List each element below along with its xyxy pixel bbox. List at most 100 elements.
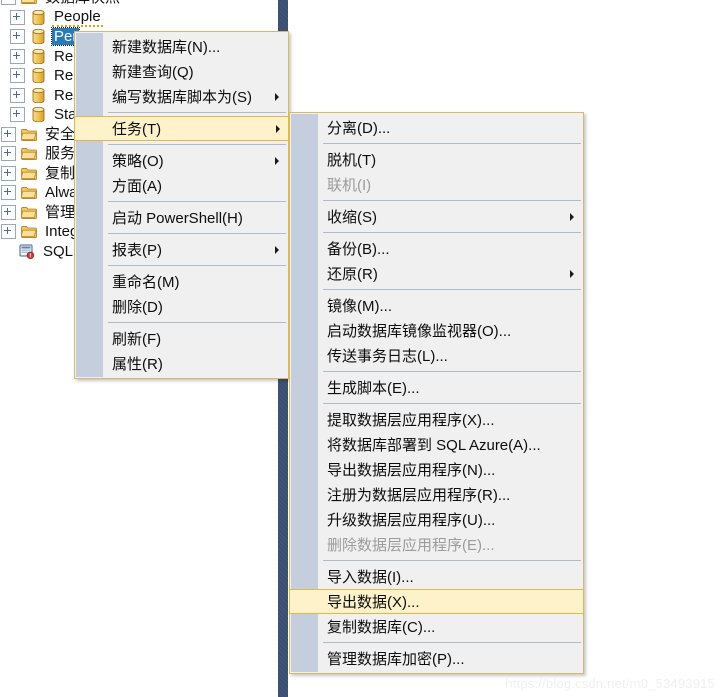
menu-item-powershell-h[interactable]: 启动 PowerShell(H) bbox=[75, 205, 288, 230]
expand-toggle-icon[interactable] bbox=[10, 29, 25, 45]
expand-toggle-icon[interactable] bbox=[1, 165, 16, 181]
menu-item-label: 还原(R) bbox=[327, 266, 378, 283]
menu-item-p[interactable]: 报表(P) bbox=[75, 237, 288, 262]
menu-separator bbox=[108, 144, 286, 145]
menu-item-d[interactable]: 分离(D)... bbox=[290, 115, 583, 140]
submenu-arrow-icon bbox=[570, 212, 574, 221]
menu-item-o[interactable]: 启动数据库镜像监视器(O)... bbox=[290, 318, 583, 343]
menu-separator bbox=[108, 201, 286, 202]
tree-item-people[interactable]: People bbox=[0, 8, 278, 28]
database-icon bbox=[29, 48, 47, 64]
submenu-arrow-icon bbox=[276, 124, 280, 133]
menu-item-label: 脱机(T) bbox=[327, 152, 377, 169]
expand-toggle-icon[interactable] bbox=[10, 107, 25, 123]
submenu-arrow-icon bbox=[570, 269, 574, 278]
menu-separator bbox=[323, 560, 581, 561]
folder-icon bbox=[20, 0, 38, 6]
submenu-arrow-icon bbox=[275, 92, 279, 101]
tree-item-label: People bbox=[52, 7, 103, 27]
folder-icon bbox=[20, 185, 38, 201]
expand-toggle-icon[interactable] bbox=[1, 146, 16, 162]
folder-icon bbox=[20, 165, 38, 181]
menu-item-label: 将数据库部署到 SQL Azure(A)... bbox=[327, 437, 541, 454]
menu-item-label: 编写数据库脚本为(S) bbox=[112, 89, 252, 106]
menu-item-p[interactable]: 管理数据库加密(P)... bbox=[290, 646, 583, 671]
expand-toggle-icon[interactable] bbox=[1, 224, 16, 240]
folder-icon bbox=[20, 204, 38, 220]
menu-item-r[interactable]: 属性(R) bbox=[75, 351, 288, 376]
menu-item-n[interactable]: 新建数据库(N)... bbox=[75, 34, 288, 59]
tree-item-[interactable]: 数据库快照 bbox=[0, 0, 278, 8]
menu-item-i: 联机(I) bbox=[290, 172, 583, 197]
expand-toggle-icon[interactable] bbox=[10, 9, 25, 25]
menu-item-label: 属性(R) bbox=[112, 356, 163, 373]
expand-toggle-icon[interactable] bbox=[1, 185, 16, 201]
menu-item-r[interactable]: 注册为数据层应用程序(R)... bbox=[290, 482, 583, 507]
expand-toggle-icon[interactable] bbox=[1, 126, 16, 142]
menu-item-a[interactable]: 方面(A) bbox=[75, 173, 288, 198]
menu-item-label: 方面(A) bbox=[112, 178, 162, 195]
menu-item-label: 注册为数据层应用程序(R)... bbox=[327, 487, 511, 504]
menu-item-label: 导出数据(X)... bbox=[327, 594, 420, 611]
menu-item-t[interactable]: 脱机(T) bbox=[290, 147, 583, 172]
tasks-submenu[interactable]: 分离(D)... 脱机(T) 联机(I) 收缩(S) 备份(B)... 还原(R) 镜像(M… bbox=[289, 112, 584, 674]
menu-item-label: 删除(D) bbox=[112, 299, 163, 316]
database-icon bbox=[29, 68, 47, 84]
menu-separator bbox=[323, 289, 581, 290]
database-icon bbox=[29, 29, 47, 45]
menu-separator bbox=[323, 143, 581, 144]
menu-separator bbox=[108, 265, 286, 266]
menu-item-label: 收缩(S) bbox=[327, 209, 377, 226]
menu-item-label: 重命名(M) bbox=[112, 274, 180, 291]
menu-item-list[interactable]: 新建数据库(N)... 新建查询(Q) 编写数据库脚本为(S) 任务(T) 策略(O) 方… bbox=[74, 34, 289, 376]
menu-item-q[interactable]: 新建查询(Q) bbox=[75, 59, 288, 84]
tree-item-label: 复制 bbox=[45, 164, 76, 182]
menu-item-label: 备份(B)... bbox=[327, 241, 390, 258]
menu-separator bbox=[323, 371, 581, 372]
menu-item-c[interactable]: 复制数据库(C)... bbox=[290, 614, 583, 639]
menu-item-u[interactable]: 升级数据层应用程序(U)... bbox=[290, 507, 583, 532]
menu-item-s[interactable]: 收缩(S) bbox=[290, 204, 583, 229]
expand-toggle-icon[interactable] bbox=[10, 48, 25, 64]
menu-item-label: 导入数据(I)... bbox=[327, 569, 414, 586]
menu-item-n[interactable]: 导出数据层应用程序(N)... bbox=[290, 457, 583, 482]
menu-item-label: 联机(I) bbox=[327, 177, 372, 194]
menu-item-m[interactable]: 重命名(M) bbox=[75, 269, 288, 294]
menu-item-label: 刷新(F) bbox=[112, 331, 162, 348]
menu-item-label: 传送事务日志(L)... bbox=[327, 348, 448, 365]
submenu-arrow-icon bbox=[275, 245, 279, 254]
database-context-menu[interactable]: 新建数据库(N)... 新建查询(Q) 编写数据库脚本为(S) 任务(T) 策略(O) 方… bbox=[74, 31, 289, 379]
menu-item-label: 任务(T) bbox=[112, 121, 162, 138]
menu-item-label: 生成脚本(E)... bbox=[327, 380, 420, 397]
menu-item-s[interactable]: 编写数据库脚本为(S) bbox=[75, 84, 288, 109]
folder-icon bbox=[20, 224, 38, 240]
menu-separator bbox=[108, 233, 286, 234]
database-icon bbox=[29, 107, 47, 123]
folder-icon bbox=[20, 146, 38, 162]
menu-item-o[interactable]: 策略(O) bbox=[75, 148, 288, 173]
menu-item-t[interactable]: 任务(T) bbox=[74, 116, 289, 141]
menu-item-d[interactable]: 删除(D) bbox=[75, 294, 288, 319]
menu-item-list[interactable]: 分离(D)... 脱机(T) 联机(I) 收缩(S) 备份(B)... 还原(R) 镜像(M… bbox=[289, 115, 584, 671]
menu-item-x[interactable]: 提取数据层应用程序(X)... bbox=[290, 407, 583, 432]
menu-item-l[interactable]: 传送事务日志(L)... bbox=[290, 343, 583, 368]
menu-item-b[interactable]: 备份(B)... bbox=[290, 236, 583, 261]
menu-item-m[interactable]: 镜像(M)... bbox=[290, 293, 583, 318]
menu-item-i[interactable]: 导入数据(I)... bbox=[290, 564, 583, 589]
submenu-arrow-icon bbox=[275, 156, 279, 165]
expand-toggle-icon[interactable] bbox=[10, 87, 25, 103]
menu-separator bbox=[108, 322, 286, 323]
menu-item-f[interactable]: 刷新(F) bbox=[75, 326, 288, 351]
menu-item-x[interactable]: 导出数据(X)... bbox=[289, 589, 584, 614]
menu-item-e[interactable]: 生成脚本(E)... bbox=[290, 375, 583, 400]
expand-toggle-icon[interactable] bbox=[1, 204, 16, 220]
menu-item-label: 导出数据层应用程序(N)... bbox=[327, 462, 496, 479]
expand-toggle-icon[interactable] bbox=[10, 68, 25, 84]
expand-toggle-icon[interactable] bbox=[1, 0, 16, 6]
menu-item-label: 删除数据层应用程序(E)... bbox=[327, 537, 495, 554]
menu-item-r[interactable]: 还原(R) bbox=[290, 261, 583, 286]
menu-item-label: 镜像(M)... bbox=[327, 298, 392, 315]
menu-item-sql-azure-a[interactable]: 将数据库部署到 SQL Azure(A)... bbox=[290, 432, 583, 457]
tree-item-label: 管理 bbox=[45, 203, 76, 221]
menu-item-label: 升级数据层应用程序(U)... bbox=[327, 512, 496, 529]
